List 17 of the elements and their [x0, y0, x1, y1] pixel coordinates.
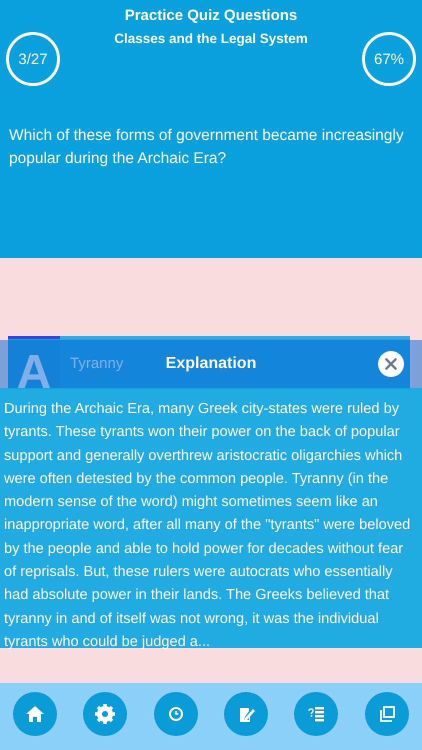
- explanation-text: During the Archaic Era, many Greek city-states were ruled by tyrants. These tyrants won their power on the back of popular support and generally overthrew aristocratic oligarchies which were often detested by the common people. Tyranny (in the modern sense of the word) might sometimes seem like an inappropriate word, after all many of the "tyrants" were beloved by the people and able to hold power for decades without fear of reprisals. But, these rulers were autocrats who essentially had absolute power in their lands. The Greeks believed that tyranny in and of itself was not wrong, it was the individual tyrants who could be judged a...: [4, 400, 412, 652]
- screen-title: Practice Quiz Questions: [124, 7, 298, 24]
- copy-button[interactable]: [364, 692, 409, 736]
- screen-subtitle: Classes and the Legal System: [114, 31, 308, 46]
- clock-button[interactable]: [154, 692, 198, 736]
- question-text: Which of these forms of government became increasingly popular during the Archaic Era?: [8, 126, 405, 169]
- close-icon: [384, 357, 398, 371]
- answer-text: Tyranny: [69, 354, 124, 374]
- question-list-button[interactable]: [294, 692, 338, 736]
- progress-counter: 3/27: [6, 32, 60, 86]
- pencil-paper-button[interactable]: [224, 692, 268, 736]
- answer-letter: A: [8, 336, 60, 389]
- explanation-title: Explanation: [166, 355, 256, 373]
- settings-icon: [93, 702, 118, 726]
- home-button[interactable]: [13, 692, 58, 736]
- score-counter: 67%: [362, 32, 416, 86]
- settings-button[interactable]: [83, 692, 128, 736]
